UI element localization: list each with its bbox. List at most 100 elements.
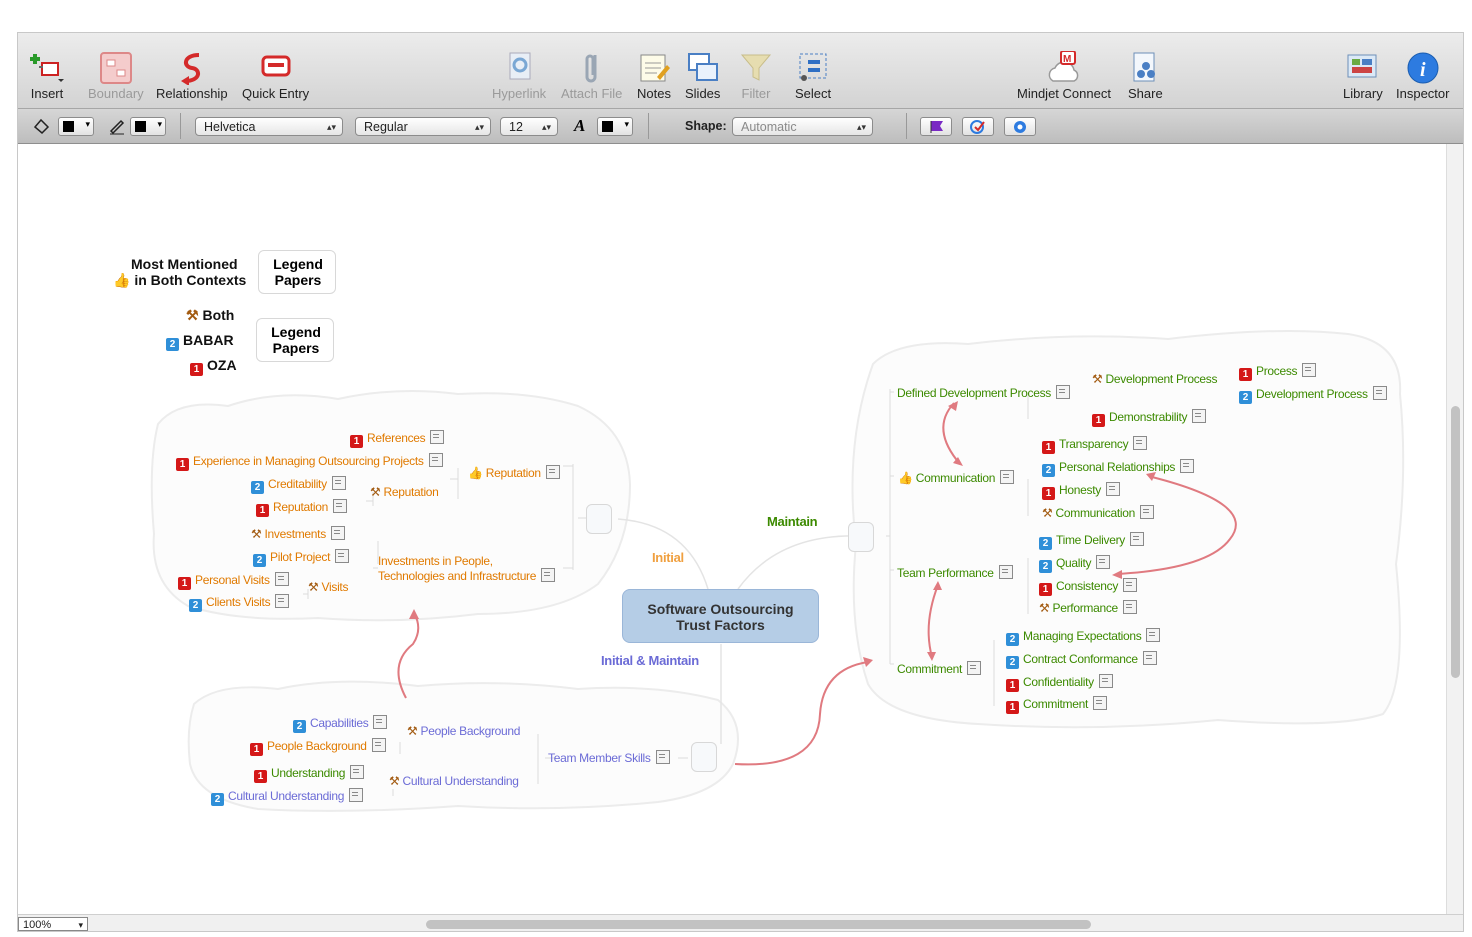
topic-people-background[interactable]: ⚒ People Background bbox=[407, 724, 520, 738]
line-color-icon[interactable] bbox=[108, 117, 126, 135]
topic-experience[interactable]: 1 Experience in Managing Outsourcing Proj… bbox=[176, 453, 443, 471]
topic-visits[interactable]: ⚒ Visits bbox=[308, 580, 348, 594]
vertical-scroll-thumb[interactable] bbox=[1451, 406, 1460, 678]
horizontal-scroll-thumb[interactable] bbox=[426, 920, 1091, 929]
note-icon[interactable] bbox=[331, 476, 346, 490]
topic-consistency[interactable]: 1 Consistency bbox=[1039, 578, 1138, 596]
note-icon[interactable] bbox=[1123, 578, 1138, 592]
line-color-swatch[interactable]: ▾ bbox=[130, 117, 166, 136]
resource-button[interactable] bbox=[1004, 117, 1036, 136]
note-icon[interactable] bbox=[998, 565, 1013, 579]
attach-file-button[interactable]: Attach File bbox=[561, 51, 622, 101]
branch-maintain[interactable]: Maintain bbox=[767, 514, 818, 529]
hyperlink-button[interactable]: Hyperlink bbox=[492, 51, 546, 101]
note-icon[interactable] bbox=[373, 715, 388, 729]
topic-pilot-project[interactable]: 2 Pilot Project bbox=[253, 549, 350, 567]
topic-confidentiality[interactable]: 1 Confidentiality bbox=[1006, 674, 1113, 692]
note-icon[interactable] bbox=[275, 594, 290, 608]
topic-cultural-understanding[interactable]: ⚒ Cultural Understanding bbox=[389, 774, 519, 788]
legend-papers-node-2[interactable]: Legend Papers bbox=[256, 318, 334, 362]
topic-managing-expectations[interactable]: 2 Managing Expectations bbox=[1006, 628, 1161, 646]
initial-maintain-subtopic-node[interactable] bbox=[691, 742, 717, 772]
topic-development-process[interactable]: 2 Development Process bbox=[1239, 386, 1387, 404]
topic-capabilities[interactable]: 2 Capabilities bbox=[293, 715, 388, 733]
topic-investments-people[interactable]: Investments in People, Technologies and I… bbox=[378, 554, 556, 583]
text-color-swatch[interactable]: ▾ bbox=[597, 117, 633, 136]
topic-personal-visits[interactable]: 1 Personal Visits bbox=[178, 572, 289, 590]
note-icon[interactable] bbox=[1122, 600, 1137, 614]
topic-quality[interactable]: 2 Quality bbox=[1039, 555, 1111, 573]
notes-button[interactable]: Notes bbox=[637, 51, 671, 101]
flag-button[interactable] bbox=[920, 117, 952, 136]
note-icon[interactable] bbox=[428, 453, 443, 467]
topic-people-background-oza[interactable]: 1 People Background bbox=[250, 738, 386, 756]
topic-defined-dev-process[interactable]: Defined Development Process bbox=[897, 385, 1070, 400]
topic-creditability[interactable]: 2 Creditability bbox=[251, 476, 346, 494]
inspector-button[interactable]: i Inspector bbox=[1396, 51, 1449, 101]
note-icon[interactable] bbox=[1180, 459, 1195, 473]
topic-understanding[interactable]: 1 Understanding bbox=[254, 765, 365, 783]
topic-cultural-understanding-babar[interactable]: 2 Cultural Understanding bbox=[211, 788, 364, 806]
topic-process[interactable]: 1 Process bbox=[1239, 363, 1317, 381]
note-icon[interactable] bbox=[545, 465, 560, 479]
maintain-subtopic-node[interactable] bbox=[848, 522, 874, 552]
note-icon[interactable] bbox=[967, 661, 982, 675]
topic-clients-visits[interactable]: 2 Clients Visits bbox=[189, 594, 290, 612]
select-button[interactable]: Select bbox=[795, 51, 831, 101]
note-icon[interactable] bbox=[335, 549, 350, 563]
topic-commitment[interactable]: Commitment bbox=[897, 661, 982, 676]
note-icon[interactable] bbox=[1302, 363, 1317, 377]
topic-investments[interactable]: ⚒ Investments bbox=[251, 526, 345, 541]
topic-development-process-both[interactable]: ⚒ Development Process bbox=[1092, 372, 1218, 386]
font-style-select[interactable]: Regular ▴▾ bbox=[355, 117, 491, 136]
topic-time-delivery[interactable]: 2 Time Delivery bbox=[1039, 532, 1144, 550]
note-icon[interactable] bbox=[1098, 674, 1113, 688]
note-icon[interactable] bbox=[1192, 409, 1207, 423]
mindjet-connect-button[interactable]: M Mindjet Connect bbox=[1017, 50, 1111, 101]
note-icon[interactable] bbox=[330, 526, 345, 540]
topic-team-performance[interactable]: Team Performance bbox=[897, 565, 1013, 580]
note-icon[interactable] bbox=[1142, 651, 1157, 665]
relationship-button[interactable]: Relationship bbox=[156, 51, 228, 101]
zoom-select[interactable]: 100% ▾ bbox=[18, 917, 88, 931]
slides-button[interactable]: Slides bbox=[685, 51, 720, 101]
note-icon[interactable] bbox=[1000, 470, 1015, 484]
map-canvas[interactable]: Most Mentioned 👍 in Both Contexts Legend… bbox=[18, 144, 1446, 914]
note-icon[interactable] bbox=[333, 499, 348, 513]
library-button[interactable]: Library bbox=[1343, 51, 1383, 101]
topic-demonstrability[interactable]: 1 Demonstrability bbox=[1092, 409, 1207, 427]
note-icon[interactable] bbox=[1055, 385, 1070, 399]
topic-honesty[interactable]: 1 Honesty bbox=[1042, 482, 1120, 500]
initial-subtopic-node[interactable] bbox=[586, 504, 612, 534]
topic-commitment-oza[interactable]: 1 Commitment bbox=[1006, 696, 1108, 714]
note-icon[interactable] bbox=[1093, 696, 1108, 710]
topic-reputation[interactable]: 👍 Reputation bbox=[468, 465, 560, 480]
quick-entry-button[interactable]: Quick Entry bbox=[242, 51, 309, 101]
note-icon[interactable] bbox=[1372, 386, 1387, 400]
topic-communication[interactable]: 👍 Communication bbox=[898, 470, 1015, 485]
branch-initial[interactable]: Initial bbox=[652, 550, 684, 565]
fill-color-icon[interactable] bbox=[32, 117, 50, 135]
note-icon[interactable] bbox=[541, 568, 556, 582]
note-icon[interactable] bbox=[349, 788, 364, 802]
shape-select[interactable]: Automatic ▴▾ bbox=[732, 117, 873, 136]
note-icon[interactable] bbox=[1133, 436, 1148, 450]
note-icon[interactable] bbox=[1139, 505, 1154, 519]
note-icon[interactable] bbox=[655, 750, 670, 764]
legend-papers-node[interactable]: Legend Papers bbox=[258, 250, 336, 294]
fill-color-swatch[interactable]: ▾ bbox=[58, 117, 94, 136]
topic-performance[interactable]: ⚒ Performance bbox=[1039, 600, 1137, 615]
note-icon[interactable] bbox=[350, 765, 365, 779]
note-icon[interactable] bbox=[1130, 532, 1144, 546]
note-icon[interactable] bbox=[1146, 628, 1161, 642]
font-family-select[interactable]: Helvetica ▴▾ bbox=[195, 117, 343, 136]
font-size-select[interactable]: 12 ▴▾ bbox=[500, 117, 558, 136]
vertical-scrollbar[interactable] bbox=[1446, 144, 1463, 914]
topic-transparency[interactable]: 1 Transparency bbox=[1042, 436, 1148, 454]
branch-initial-maintain[interactable]: Initial & Maintain bbox=[601, 653, 699, 668]
topic-team-member-skills[interactable]: Team Member Skills bbox=[548, 750, 670, 765]
topic-references[interactable]: 1 References bbox=[350, 430, 445, 448]
insert-button[interactable]: Insert bbox=[30, 51, 64, 101]
central-topic[interactable]: Software Outsourcing Trust Factors bbox=[622, 589, 819, 643]
topic-reputation-oza[interactable]: 1 Reputation bbox=[256, 499, 348, 517]
